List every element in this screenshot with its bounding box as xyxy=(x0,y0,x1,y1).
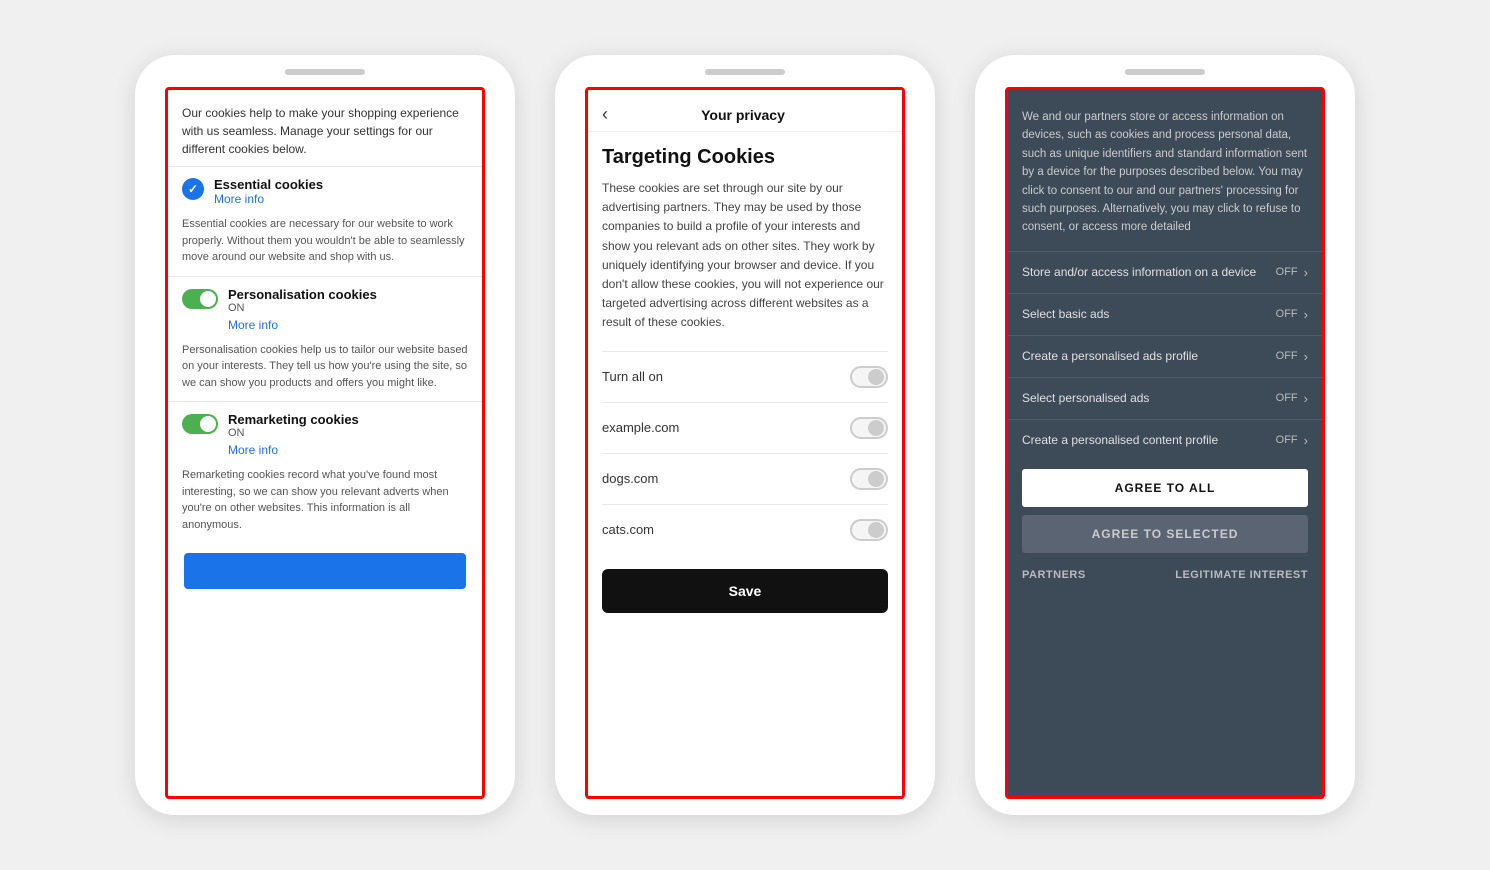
phone-3-screen: We and our partners store or access info… xyxy=(1005,87,1325,799)
select-personalised-ads-right: OFF › xyxy=(1276,391,1308,406)
create-personalised-profile-row[interactable]: Create a personalised ads profile OFF › xyxy=(1008,335,1322,377)
phone-1: Our cookies help to make your shopping e… xyxy=(135,55,515,815)
dogs-com-toggle[interactable] xyxy=(850,468,888,490)
phone1-intro-text: Our cookies help to make your shopping e… xyxy=(168,90,482,166)
phone2-header: ‹ Your privacy xyxy=(588,90,902,132)
cats-com-label: cats.com xyxy=(602,522,654,537)
select-basic-ads-chevron-icon: › xyxy=(1304,307,1308,322)
phone-notch-1 xyxy=(285,69,365,75)
remarketing-cookies-section: Remarketing cookies ON More info Remarke… xyxy=(168,401,482,543)
create-personalised-profile-chevron-icon: › xyxy=(1304,349,1308,364)
remarketing-description: Remarketing cookies record what you've f… xyxy=(182,467,468,533)
turn-all-on-toggle[interactable] xyxy=(850,366,888,388)
partners-label[interactable]: PARTNERS xyxy=(1022,569,1086,581)
personalisation-toggle[interactable] xyxy=(182,289,218,309)
create-personalised-content-chevron-icon: › xyxy=(1304,433,1308,448)
dogs-com-row: dogs.com xyxy=(602,453,888,504)
create-personalised-content-right: OFF › xyxy=(1276,433,1308,448)
create-personalised-content-row[interactable]: Create a personalised content profile OF… xyxy=(1008,419,1322,461)
select-personalised-ads-chevron-icon: › xyxy=(1304,391,1308,406)
essential-check-icon xyxy=(182,178,204,200)
phone1-bottom-button[interactable] xyxy=(184,553,467,589)
remarketing-title: Remarketing cookies xyxy=(228,412,359,427)
agree-to-selected-button[interactable]: AGREE TO SELECTED xyxy=(1022,515,1308,553)
phone-notch-2 xyxy=(705,69,785,75)
phone-2: ‹ Your privacy Targeting Cookies These c… xyxy=(555,55,935,815)
back-button[interactable]: ‹ xyxy=(602,104,608,125)
create-personalised-content-label: Create a personalised content profile xyxy=(1022,433,1276,447)
save-button[interactable]: Save xyxy=(602,569,888,613)
phone-1-screen: Our cookies help to make your shopping e… xyxy=(165,87,485,799)
select-basic-ads-label: Select basic ads xyxy=(1022,307,1276,321)
create-personalised-content-status: OFF xyxy=(1276,434,1298,446)
phone2-content: Targeting Cookies These cookies are set … xyxy=(588,132,902,627)
personalisation-cookies-section: Personalisation cookies ON More info Per… xyxy=(168,276,482,402)
store-access-row[interactable]: Store and/or access information on a dev… xyxy=(1008,251,1322,293)
phone-notch-3 xyxy=(1125,69,1205,75)
phone2-header-title: Your privacy xyxy=(616,107,870,123)
remarketing-toggle[interactable] xyxy=(182,414,218,434)
store-access-right: OFF › xyxy=(1276,265,1308,280)
essential-title-block: Essential cookies More info xyxy=(214,177,323,212)
personalisation-header: Personalisation cookies ON More info xyxy=(182,287,468,338)
remarketing-title-block: Remarketing cookies ON More info xyxy=(228,412,359,463)
turn-all-on-row: Turn all on xyxy=(602,351,888,402)
essential-more-info[interactable]: More info xyxy=(214,192,323,206)
create-personalised-profile-status: OFF xyxy=(1276,350,1298,362)
personalisation-on-label: ON xyxy=(228,302,377,314)
essential-title: Essential cookies xyxy=(214,177,323,192)
cats-com-row: cats.com xyxy=(602,504,888,555)
phone3-intro-text: We and our partners store or access info… xyxy=(1008,90,1322,251)
remarketing-header: Remarketing cookies ON More info xyxy=(182,412,468,463)
select-personalised-ads-status: OFF xyxy=(1276,392,1298,404)
store-access-chevron-icon: › xyxy=(1304,265,1308,280)
store-access-label: Store and/or access information on a dev… xyxy=(1022,265,1276,279)
example-com-row: example.com xyxy=(602,402,888,453)
select-personalised-ads-label: Select personalised ads xyxy=(1022,391,1276,405)
select-basic-ads-status: OFF xyxy=(1276,308,1298,320)
create-personalised-profile-label: Create a personalised ads profile xyxy=(1022,349,1276,363)
personalisation-title: Personalisation cookies xyxy=(228,287,377,302)
remarketing-more-info[interactable]: More info xyxy=(228,443,359,457)
phone3-footer: PARTNERS LEGITIMATE INTEREST xyxy=(1008,561,1322,593)
targeting-cookies-title: Targeting Cookies xyxy=(602,146,888,169)
select-personalised-ads-row[interactable]: Select personalised ads OFF › xyxy=(1008,377,1322,419)
personalisation-more-info[interactable]: More info xyxy=(228,318,377,332)
phone-2-screen: ‹ Your privacy Targeting Cookies These c… xyxy=(585,87,905,799)
example-com-label: example.com xyxy=(602,420,679,435)
personalisation-description: Personalisation cookies help us to tailo… xyxy=(182,342,468,392)
essential-header: Essential cookies More info xyxy=(182,177,468,212)
cats-com-toggle[interactable] xyxy=(850,519,888,541)
turn-all-on-label: Turn all on xyxy=(602,369,663,384)
select-basic-ads-row[interactable]: Select basic ads OFF › xyxy=(1008,293,1322,335)
store-access-status: OFF xyxy=(1276,266,1298,278)
example-com-toggle[interactable] xyxy=(850,417,888,439)
create-personalised-profile-right: OFF › xyxy=(1276,349,1308,364)
select-basic-ads-right: OFF › xyxy=(1276,307,1308,322)
phone-3: We and our partners store or access info… xyxy=(975,55,1355,815)
essential-description: Essential cookies are necessary for our … xyxy=(182,216,468,266)
personalisation-title-block: Personalisation cookies ON More info xyxy=(228,287,377,338)
essential-cookies-section: Essential cookies More info Essential co… xyxy=(168,166,482,276)
agree-to-all-button[interactable]: AGREE TO ALL xyxy=(1022,469,1308,507)
dogs-com-label: dogs.com xyxy=(602,471,658,486)
targeting-cookies-description: These cookies are set through our site b… xyxy=(602,179,888,333)
remarketing-on-label: ON xyxy=(228,427,359,439)
legitimate-interest-label[interactable]: LEGITIMATE INTEREST xyxy=(1175,569,1308,581)
